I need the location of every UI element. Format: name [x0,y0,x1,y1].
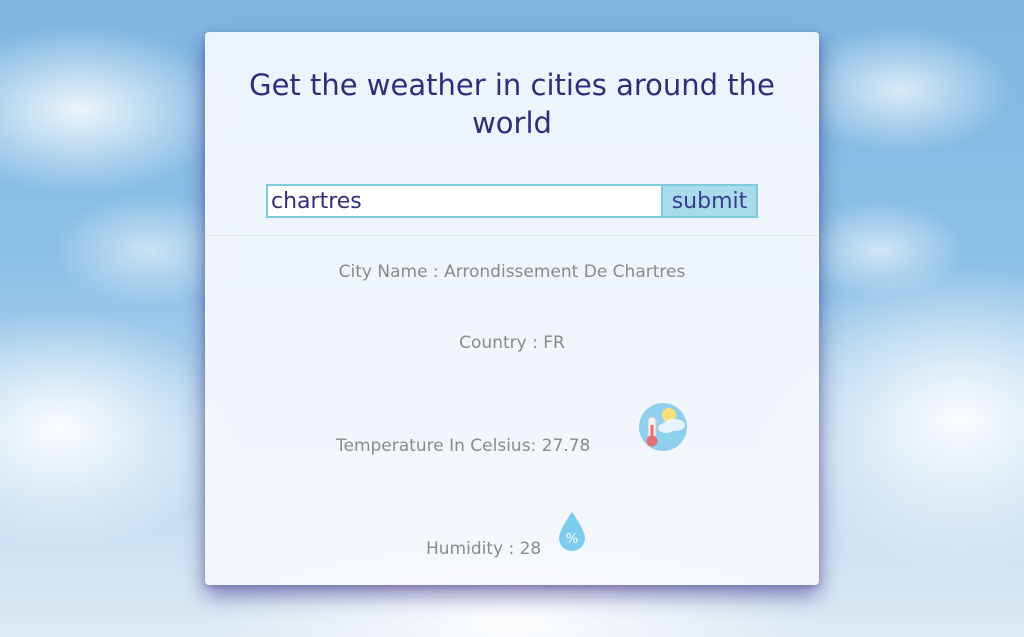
thermometer-sun-icon [639,403,687,451]
water-drop-percent-icon: % [559,512,585,551]
submit-button[interactable]: submit [663,184,758,218]
temperature-text: Temperature In Celsius: 27.78 [336,436,591,456]
divider [205,235,819,236]
city-search-input[interactable] [266,184,663,218]
country-text: Country : FR [459,333,565,353]
humidity-percent-symbol: % [566,532,578,547]
weather-card: Get the weather in cities around the wor… [205,32,819,585]
page-title: Get the weather in cities around the wor… [249,68,775,140]
city-name-text: City Name : Arrondissement De Chartres [338,262,686,282]
search-form: submit [266,184,758,218]
humidity-text: Humidity : 28 [426,539,542,559]
